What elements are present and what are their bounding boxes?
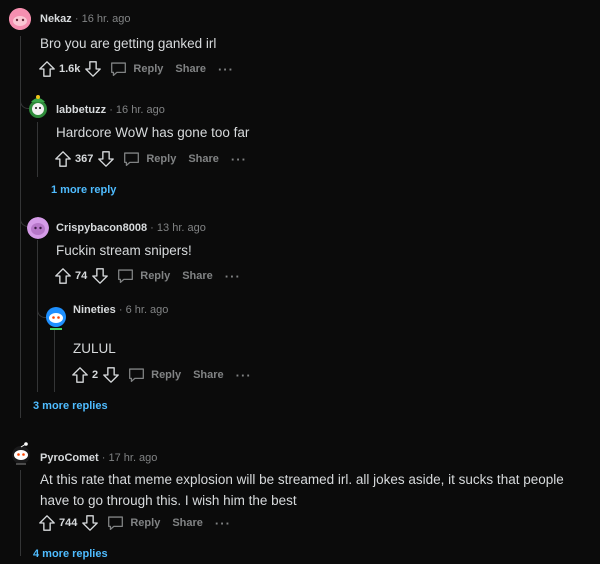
comment-actions: 2 Reply Share ··· xyxy=(71,364,252,386)
username[interactable]: PyroComet xyxy=(40,452,99,464)
timestamp[interactable]: 16 hr. ago xyxy=(116,104,165,116)
meta-separator: · xyxy=(118,304,123,316)
more-replies-link[interactable]: 4 more replies xyxy=(33,548,108,560)
share-button[interactable]: Share xyxy=(175,63,206,75)
avatar[interactable] xyxy=(9,440,33,468)
overflow-dots-icon[interactable]: ··· xyxy=(215,516,231,531)
timestamp[interactable]: 17 hr. ago xyxy=(108,452,157,464)
username[interactable]: Nekaz xyxy=(40,13,72,25)
meta-separator: · xyxy=(150,222,154,234)
reply-button[interactable]: Reply xyxy=(123,151,176,167)
reply-label: Reply xyxy=(146,153,177,165)
comment-meta: PyroComet · 17 hr. ago xyxy=(40,451,157,465)
reply-button[interactable]: Reply xyxy=(110,61,163,77)
username[interactable]: Nineties xyxy=(73,304,116,316)
upvote-icon[interactable] xyxy=(38,60,56,78)
reply-button[interactable]: Reply xyxy=(117,268,170,284)
upvote-icon[interactable] xyxy=(38,514,56,532)
upvote-icon[interactable] xyxy=(71,366,89,384)
snoo-avatar-icon xyxy=(29,95,47,118)
reply-label: Reply xyxy=(130,517,161,529)
meta-separator: · xyxy=(109,104,113,116)
vote-count: 367 xyxy=(75,153,94,165)
snoo-avatar-icon xyxy=(27,217,49,239)
comment-actions: 744 Reply Share ··· xyxy=(38,512,231,534)
upvote-icon[interactable] xyxy=(54,267,72,285)
more-replies-link[interactable]: 3 more replies xyxy=(33,400,108,412)
comment-actions: 1.6k Reply Share ··· xyxy=(38,58,234,80)
reply-bubble-icon xyxy=(129,368,145,383)
share-button[interactable]: Share xyxy=(188,153,219,165)
timestamp[interactable]: 16 hr. ago xyxy=(82,13,131,25)
comment-body: At this rate that meme explosion will be… xyxy=(40,472,564,508)
thread-line-pyrocomet[interactable] xyxy=(20,470,21,556)
snoo-avatar-icon xyxy=(9,8,31,30)
meta-separator: · xyxy=(74,13,79,25)
share-button[interactable]: Share xyxy=(172,517,203,529)
reply-label: Reply xyxy=(133,63,164,75)
share-button[interactable]: Share xyxy=(193,369,224,381)
overflow-dots-icon[interactable]: ··· xyxy=(225,269,241,284)
thread-line-crispybacon[interactable] xyxy=(37,240,38,392)
username[interactable]: labbetuzz xyxy=(56,104,106,116)
downvote-icon[interactable] xyxy=(84,60,102,78)
share-button[interactable]: Share xyxy=(182,270,213,282)
thread-line-nekaz[interactable] xyxy=(20,36,21,418)
vote-count: 744 xyxy=(59,517,78,529)
downvote-icon[interactable] xyxy=(97,150,115,168)
comment-body: ZULUL xyxy=(73,341,116,356)
avatar[interactable] xyxy=(27,217,49,239)
username[interactable]: Crispybacon8008 xyxy=(56,222,147,234)
comment-actions: 74 Reply Share ··· xyxy=(54,265,241,287)
upvote-icon[interactable] xyxy=(54,150,72,168)
vote-count: 2 xyxy=(92,369,99,381)
comment-body: Bro you are getting ganked irl xyxy=(40,36,217,51)
reply-button[interactable]: Reply xyxy=(107,515,160,531)
snoo-avatar-icon xyxy=(46,307,66,330)
reply-label: Reply xyxy=(140,270,171,282)
overflow-dots-icon[interactable]: ··· xyxy=(231,152,247,167)
thread-line-nineties[interactable] xyxy=(54,330,55,392)
reply-button[interactable]: Reply xyxy=(128,367,181,383)
more-replies-link[interactable]: 1 more reply xyxy=(51,184,116,196)
reply-bubble-icon xyxy=(111,62,127,77)
reply-bubble-icon xyxy=(108,516,124,531)
avatar[interactable] xyxy=(9,8,31,30)
downvote-icon[interactable] xyxy=(102,366,120,384)
comment-body: Fuckin stream snipers! xyxy=(56,243,192,258)
comment-meta: Crispybacon8008 · 13 hr. ago xyxy=(56,221,206,235)
meta-separator: · xyxy=(101,452,106,464)
overflow-dots-icon[interactable]: ··· xyxy=(218,62,234,77)
reply-bubble-icon xyxy=(124,152,140,167)
downvote-icon[interactable] xyxy=(81,514,99,532)
comment-actions: 367 Reply Share ··· xyxy=(54,148,247,170)
comment-meta: Nekaz · 16 hr. ago xyxy=(40,12,131,26)
reply-label: Reply xyxy=(151,369,182,381)
snoo-avatar-icon xyxy=(12,442,30,465)
avatar[interactable] xyxy=(27,94,49,120)
comment-meta: Nineties · 6 hr. ago xyxy=(73,303,168,317)
vote-count: 74 xyxy=(75,270,88,282)
reply-bubble-icon xyxy=(118,269,134,284)
downvote-icon[interactable] xyxy=(91,267,109,285)
overflow-dots-icon[interactable]: ··· xyxy=(236,368,252,383)
comment-body: Hardcore WoW has gone too far xyxy=(56,125,250,140)
comment-meta: labbetuzz · 16 hr. ago xyxy=(56,103,165,117)
vote-count: 1.6k xyxy=(59,63,81,75)
avatar[interactable] xyxy=(44,306,68,332)
thread-line-labbetuzz[interactable] xyxy=(37,122,38,177)
timestamp[interactable]: 6 hr. ago xyxy=(126,304,169,316)
timestamp[interactable]: 13 hr. ago xyxy=(157,222,206,234)
